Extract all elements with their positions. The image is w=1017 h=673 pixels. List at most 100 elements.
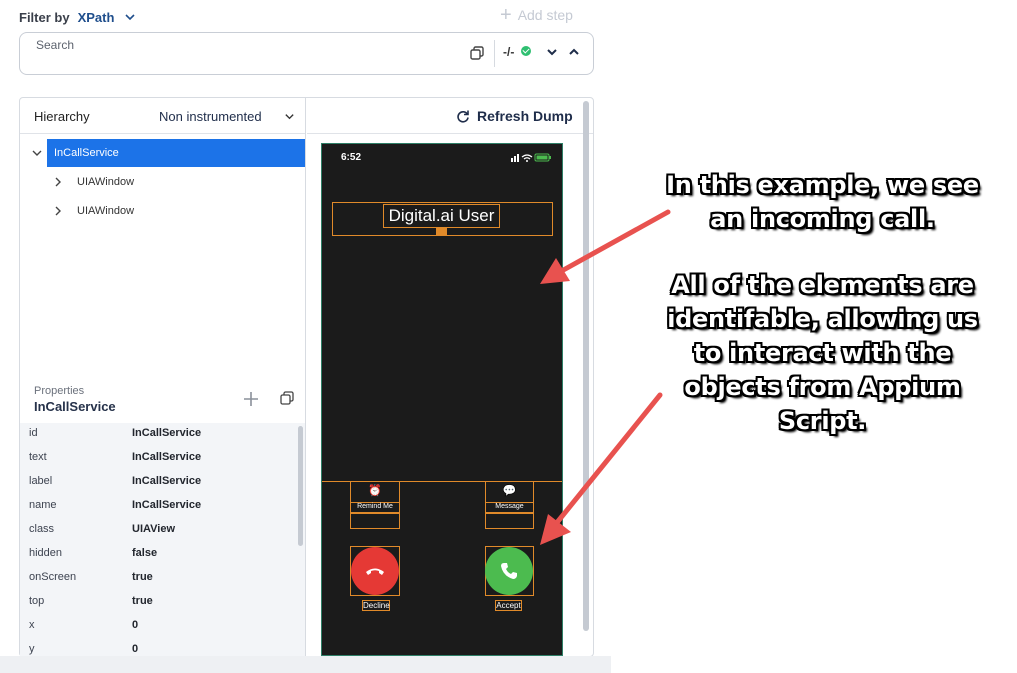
annotation-note-1: In this example, we see an incoming call… <box>640 168 1005 236</box>
dump-column: Refresh Dump 6:52 Digital.ai User ⏰ Remi… <box>307 98 593 656</box>
dump-scrollbar[interactable] <box>583 101 589 631</box>
property-value: true <box>132 571 153 583</box>
dump-header: Refresh Dump <box>307 98 593 134</box>
hang-up-icon <box>366 568 384 575</box>
chevron-down-icon[interactable] <box>124 11 136 23</box>
hierarchy-mode-dropdown[interactable]: Non instrumented <box>159 109 262 124</box>
property-row: x0 <box>20 615 300 639</box>
note-line: an incoming call. <box>710 205 935 233</box>
chevron-right-icon[interactable] <box>53 177 63 187</box>
property-key: top <box>29 595 45 607</box>
chevron-down-icon[interactable] <box>284 111 295 122</box>
filter-dropdown[interactable]: XPath <box>78 10 115 25</box>
match-count: -/- <box>503 45 515 59</box>
note-line: Script. <box>778 407 867 435</box>
message-button[interactable]: 💬 Message <box>485 481 534 513</box>
tree-node-label: UIAWindow <box>77 176 135 188</box>
chevron-down-icon[interactable] <box>32 148 42 158</box>
property-key: onScreen <box>29 571 77 583</box>
properties-title: InCallService <box>34 399 116 414</box>
phone-icon <box>501 563 517 579</box>
property-value: InCallService <box>132 427 202 439</box>
property-value: InCallService <box>132 475 202 487</box>
property-row: name InCallService <box>20 495 300 519</box>
search-placeholder: Search <box>36 38 75 52</box>
property-row: class UIAView <box>20 519 300 543</box>
hierarchy-title: Hierarchy <box>34 109 90 124</box>
property-row: hidden false <box>20 543 300 567</box>
property-key: name <box>29 499 57 511</box>
pane-bottom-strip <box>0 656 611 673</box>
hierarchy-column: Hierarchy Non instrumented InCallService… <box>20 98 306 656</box>
note-line: identifable, allowing us <box>667 305 978 333</box>
property-value: UIAView <box>132 523 175 535</box>
message-label: Message <box>486 502 533 510</box>
property-key: y <box>29 643 35 655</box>
caller-label-outline <box>436 228 447 235</box>
tree-node-uiawindow[interactable]: UIAWindow <box>53 197 303 225</box>
property-value: false <box>132 547 158 559</box>
tree-node-uiawindow[interactable]: UIAWindow <box>53 168 303 196</box>
properties-table: id InCallService text InCallService label I… <box>20 423 305 656</box>
note-line: All of the elements are <box>671 271 974 299</box>
check-icon <box>521 46 531 56</box>
plus-icon[interactable] <box>242 390 260 408</box>
hierarchy-header: Hierarchy Non instrumented <box>20 98 305 134</box>
search-input[interactable]: Search -/- <box>19 32 594 75</box>
chevron-down-icon[interactable] <box>545 45 559 59</box>
property-value: InCallService <box>132 451 202 463</box>
tree-node-label: UIAWindow <box>77 205 135 217</box>
property-row: top true <box>20 591 300 615</box>
property-key: label <box>29 475 53 487</box>
inspector-pane: Filter by XPath + Add step Search -/- Hi… <box>0 0 611 673</box>
property-value: 0 <box>132 643 139 655</box>
status-bar-icons <box>511 153 551 162</box>
note-line: In this example, we see <box>666 171 979 199</box>
annotation-note-2: All of the elements are identifable, all… <box>640 268 1005 438</box>
note-line: to interact with the <box>693 339 952 367</box>
tree-node-incallservice[interactable]: InCallService <box>47 139 305 167</box>
properties-scrollbar[interactable] <box>298 426 303 546</box>
add-step-label: Add step <box>517 7 573 23</box>
property-key: hidden <box>29 547 63 559</box>
property-value: InCallService <box>132 499 202 511</box>
property-value: true <box>132 595 153 607</box>
property-row: onScreen true <box>20 567 300 591</box>
property-key: text <box>29 451 47 463</box>
filter-row: Filter by XPath <box>19 8 136 26</box>
device-screen[interactable]: 6:52 Digital.ai User ⏰ Remind Me 💬 Messa… <box>321 143 563 656</box>
copy-icon[interactable] <box>469 45 485 61</box>
inspector-panel: Hierarchy Non instrumented InCallService… <box>19 97 594 657</box>
properties-header: Properties InCallService <box>20 381 305 421</box>
chevron-right-icon[interactable] <box>53 206 63 216</box>
refresh-dump-button[interactable]: Refresh Dump <box>477 108 573 124</box>
caller-name[interactable]: Digital.ai User <box>383 204 500 228</box>
property-row: id InCallService <box>20 423 300 447</box>
message-outline <box>485 513 534 529</box>
accept-button[interactable] <box>485 547 533 595</box>
remind-me-outline <box>350 513 400 529</box>
copy-icon[interactable] <box>280 391 294 405</box>
property-row: label InCallService <box>20 471 300 495</box>
search-divider <box>494 40 495 67</box>
remind-me-label: Remind Me <box>351 502 399 510</box>
property-value: 0 <box>132 619 139 631</box>
properties-caption: Properties <box>34 385 85 397</box>
alarm-clock-icon: ⏰ <box>368 485 382 497</box>
remind-me-button[interactable]: ⏰ Remind Me <box>350 481 400 513</box>
add-step-button[interactable]: + Add step <box>500 4 573 26</box>
tree-node-label: InCallService <box>54 147 119 159</box>
chevron-up-icon[interactable] <box>567 45 581 59</box>
refresh-icon[interactable] <box>456 109 470 123</box>
property-key: class <box>29 523 55 535</box>
accept-label: Accept <box>495 600 522 611</box>
filter-label: Filter by <box>19 9 70 25</box>
note-line: objects from Appium <box>684 373 961 401</box>
decline-button[interactable] <box>351 547 399 595</box>
property-row: y0 <box>20 639 300 656</box>
decline-label: Decline <box>362 600 390 611</box>
message-bubble-icon: 💬 <box>502 485 517 497</box>
phone-time: 6:52 <box>341 152 362 163</box>
plus-icon: + <box>500 4 512 26</box>
property-row: text InCallService <box>20 447 300 471</box>
